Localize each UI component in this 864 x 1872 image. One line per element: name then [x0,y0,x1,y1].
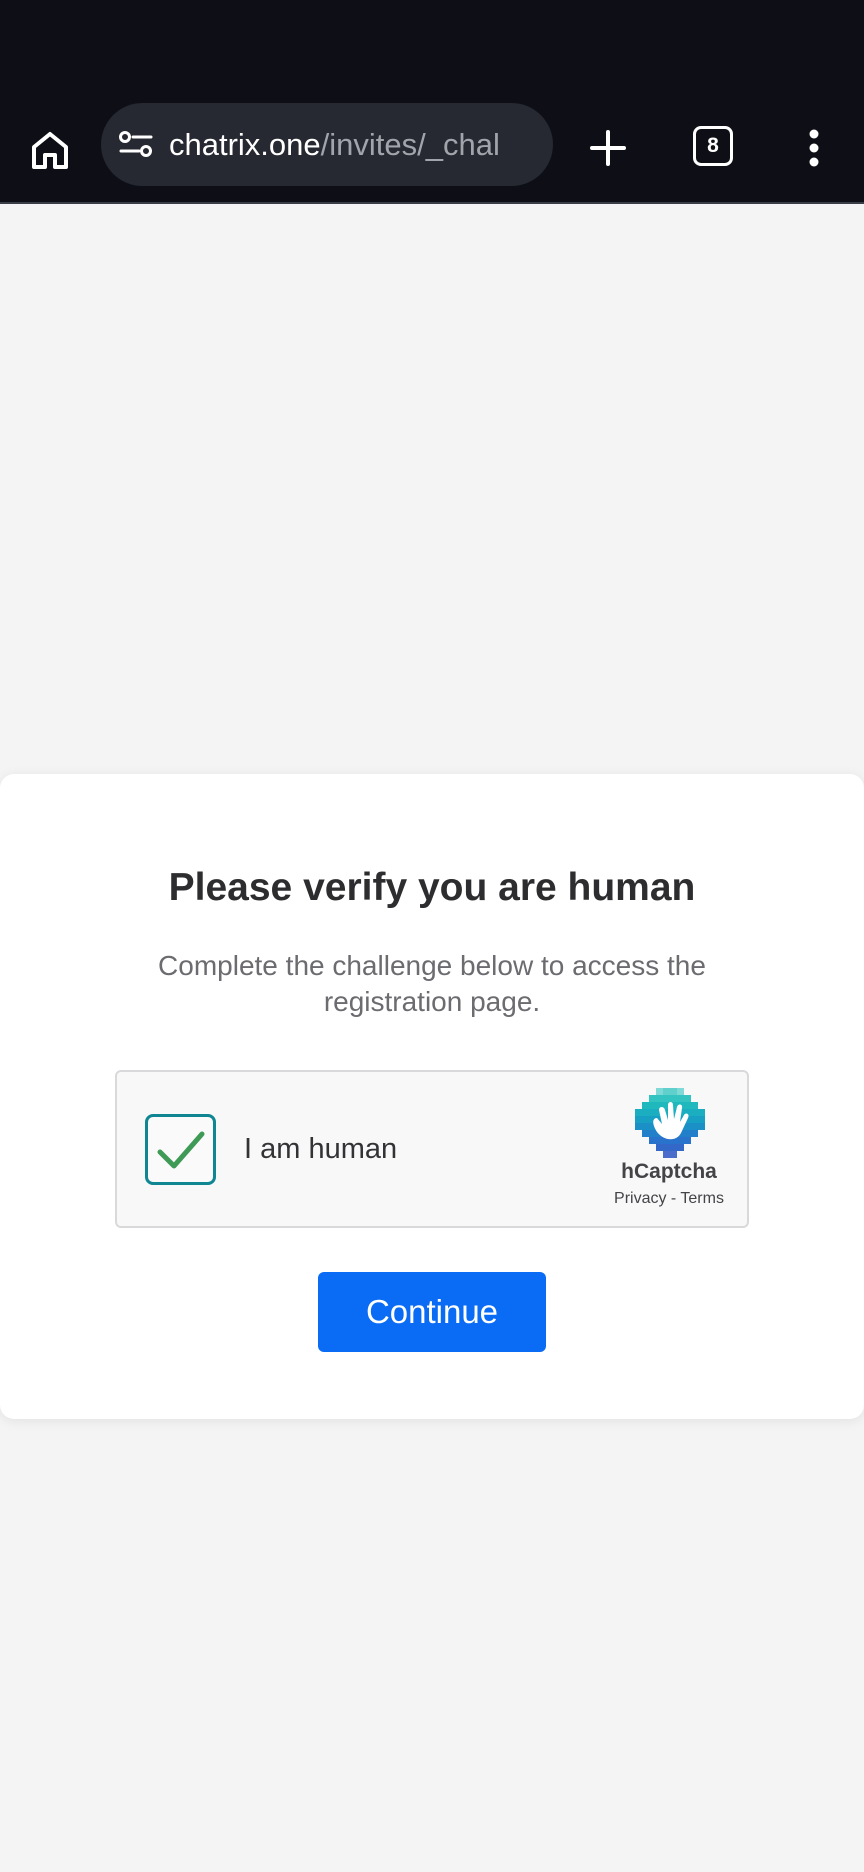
captcha-brand: hCaptcha [621,1160,717,1183]
url-text[interactable]: chatrix.one/invites/_chal [169,103,537,186]
hcaptcha-widget: I am human hCaptcha Privacy - Terms [115,1070,749,1228]
url-host: chatrix.one [169,127,321,162]
page-title: Please verify you are human [168,866,696,909]
page-subtitle: Complete the challenge below to access t… [158,950,706,1017]
more-vert-icon[interactable] [796,120,832,176]
verification-card: Please verify you are human Complete the… [0,774,864,1419]
url-path: /invites/_chal [320,127,500,162]
tune-icon[interactable] [117,125,155,163]
links-separator: - [666,1190,681,1207]
plus-icon[interactable] [580,120,636,176]
tab-switcher-button[interactable]: 8 [693,126,733,166]
captcha-label: I am human [244,1133,398,1165]
captcha-links: Privacy - Terms [587,1190,751,1208]
browser-toolbar: chatrix.one/invites/_chal 8 [0,100,864,204]
privacy-link[interactable]: Privacy [614,1190,666,1207]
checkmark-icon [157,1131,204,1168]
terms-link[interactable]: Terms [680,1190,724,1207]
continue-button[interactable]: Continue [318,1272,546,1352]
home-icon[interactable] [24,124,76,176]
address-bar[interactable]: chatrix.one/invites/_chal [101,103,553,186]
hcaptcha-logo-icon [635,1088,705,1158]
captcha-checkbox[interactable] [145,1114,216,1185]
status-bar [0,0,864,100]
